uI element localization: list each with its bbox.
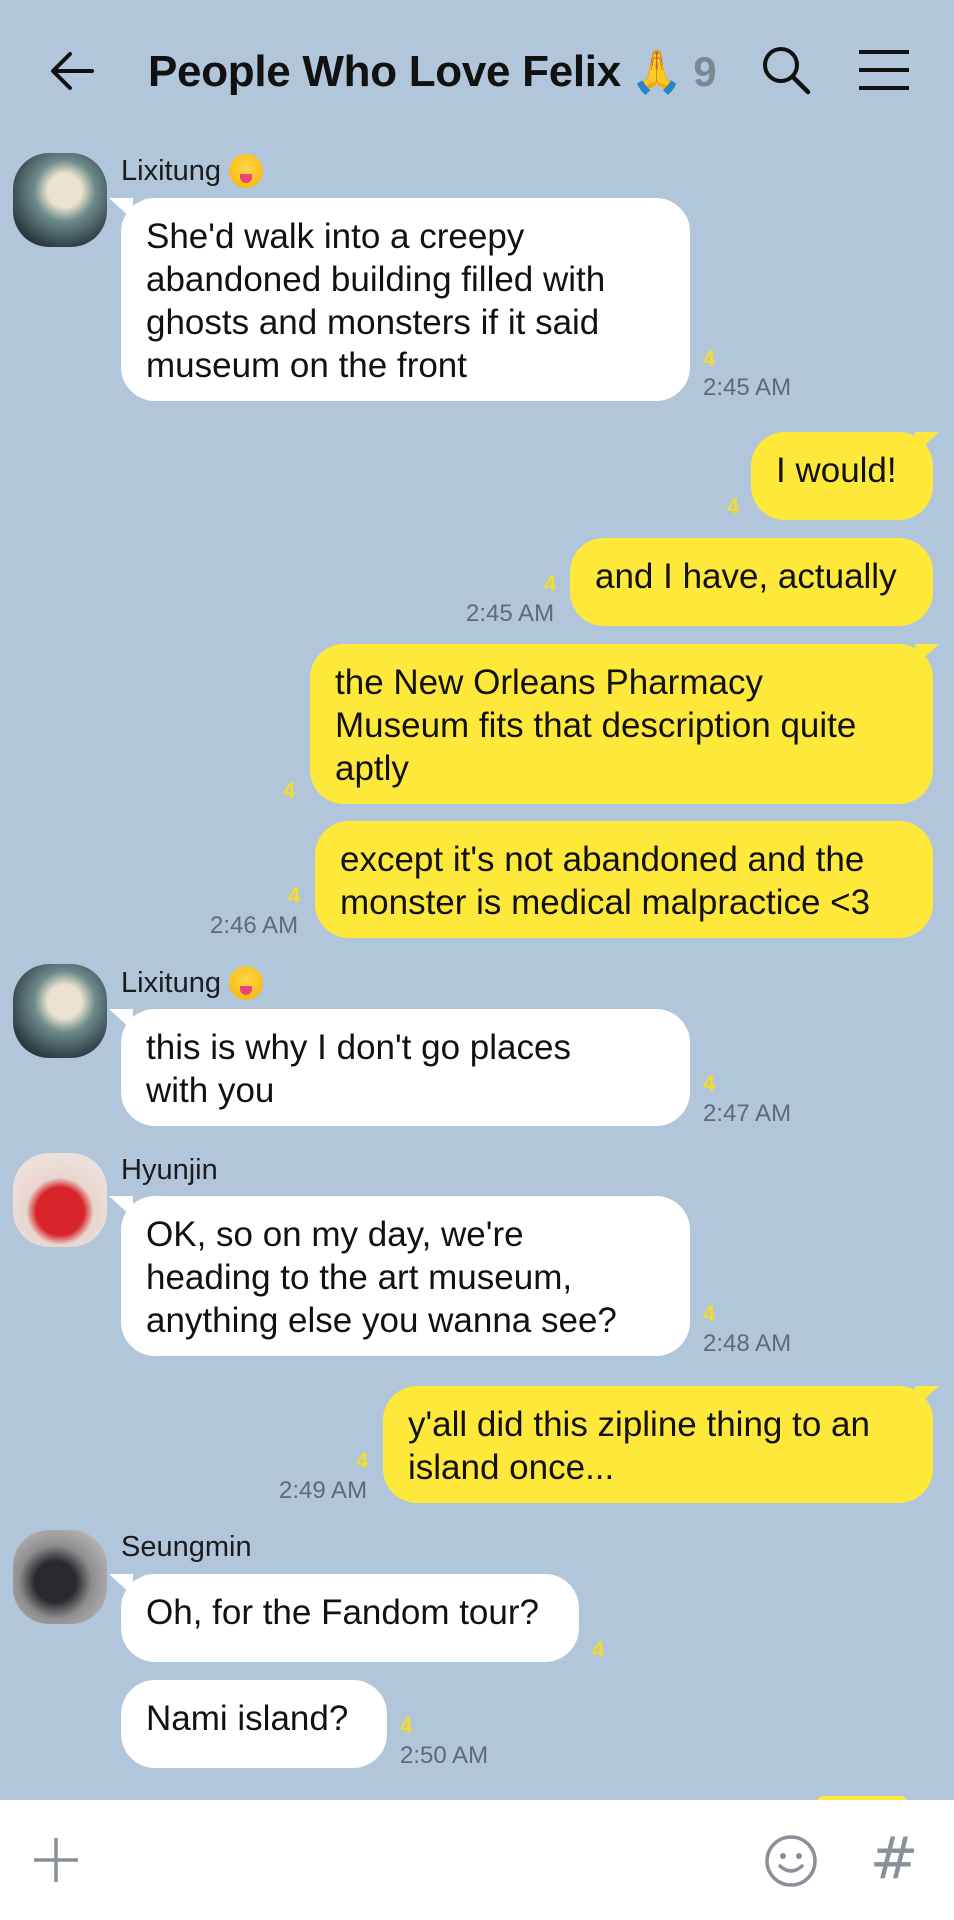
timestamp: 2:45 AM bbox=[466, 600, 555, 627]
avatar-seungmin[interactable] bbox=[13, 1530, 107, 1624]
message-bubble[interactable]: y'all did this zipline thing to an islan… bbox=[383, 1386, 933, 1503]
avatar-lixitung[interactable] bbox=[13, 153, 107, 247]
unread-count: 4 bbox=[400, 1713, 413, 1738]
message-bubble[interactable]: She'd walk into a creepy abandoned build… bbox=[121, 198, 690, 401]
unread-count: 4 bbox=[356, 1448, 369, 1473]
arrow-left-icon bbox=[51, 52, 94, 90]
unread-count: 4 bbox=[703, 1071, 716, 1096]
message-bubble[interactable]: OK, so on my day, we're heading to the a… bbox=[121, 1196, 690, 1356]
back-button[interactable] bbox=[44, 46, 100, 96]
timestamp: 2:47 AM bbox=[703, 1100, 792, 1127]
hashtag-button[interactable]: # bbox=[866, 1824, 922, 1892]
search-button[interactable] bbox=[760, 44, 812, 96]
unread-count: 4 bbox=[592, 1637, 605, 1662]
member-count: 9 bbox=[693, 48, 717, 95]
unread-count: 4 bbox=[703, 1301, 716, 1326]
sender-name: Hyunjin bbox=[121, 1154, 218, 1186]
sender-name: Seungmin bbox=[121, 1531, 252, 1563]
message-bubble[interactable]: I would! bbox=[751, 432, 933, 520]
avatar-lixitung[interactable] bbox=[13, 964, 107, 1058]
chat-title-group[interactable]: People Who Love Felix 🙏 9 bbox=[148, 44, 717, 100]
message-bubble[interactable]: Nami island? bbox=[121, 1680, 387, 1768]
timestamp: 2:49 AM bbox=[279, 1477, 368, 1504]
praying-hands-emoji: 🙏 bbox=[630, 47, 684, 95]
timestamp: 2:45 AM bbox=[703, 374, 792, 401]
chat-title: People Who Love Felix bbox=[148, 47, 621, 96]
message-bubble[interactable]: this is why I don't go places with you bbox=[121, 1009, 690, 1126]
unread-count: 4 bbox=[727, 494, 740, 519]
search-icon bbox=[763, 47, 811, 95]
attach-button[interactable] bbox=[30, 1834, 82, 1886]
chat-header: People Who Love Felix 🙏 9 bbox=[0, 0, 954, 145]
sender-name: Lixitung bbox=[121, 154, 263, 188]
tongue-out-emoji bbox=[228, 154, 263, 188]
timestamp: 2:46 AM bbox=[210, 912, 299, 939]
avatar-hyunjin[interactable] bbox=[13, 1153, 107, 1247]
unread-count: 4 bbox=[544, 571, 557, 596]
unread-count: 4 bbox=[288, 883, 301, 908]
hamburger-menu-icon bbox=[859, 50, 909, 90]
plus-icon bbox=[34, 1838, 78, 1882]
emoji-button[interactable] bbox=[764, 1834, 818, 1888]
message-bubble[interactable]: Oh, for the Fandom tour? bbox=[121, 1574, 579, 1662]
timestamp: 2:50 AM bbox=[400, 1742, 489, 1769]
menu-button[interactable] bbox=[856, 44, 912, 96]
tongue-out-emoji bbox=[228, 966, 263, 1000]
message-bubble[interactable]: except it's not abandoned and the monste… bbox=[315, 821, 933, 938]
smiley-icon bbox=[765, 1835, 817, 1887]
unread-count: 4 bbox=[283, 778, 296, 803]
sender-name: Lixitung bbox=[121, 966, 263, 1000]
message-bubble[interactable]: the New Orleans Pharmacy Museum fits tha… bbox=[310, 644, 933, 804]
timestamp: 2:48 AM bbox=[703, 1330, 792, 1357]
message-input-bar: # bbox=[0, 1800, 954, 1920]
message-bubble[interactable]: and I have, actually bbox=[570, 538, 933, 626]
unread-count: 4 bbox=[703, 346, 716, 371]
